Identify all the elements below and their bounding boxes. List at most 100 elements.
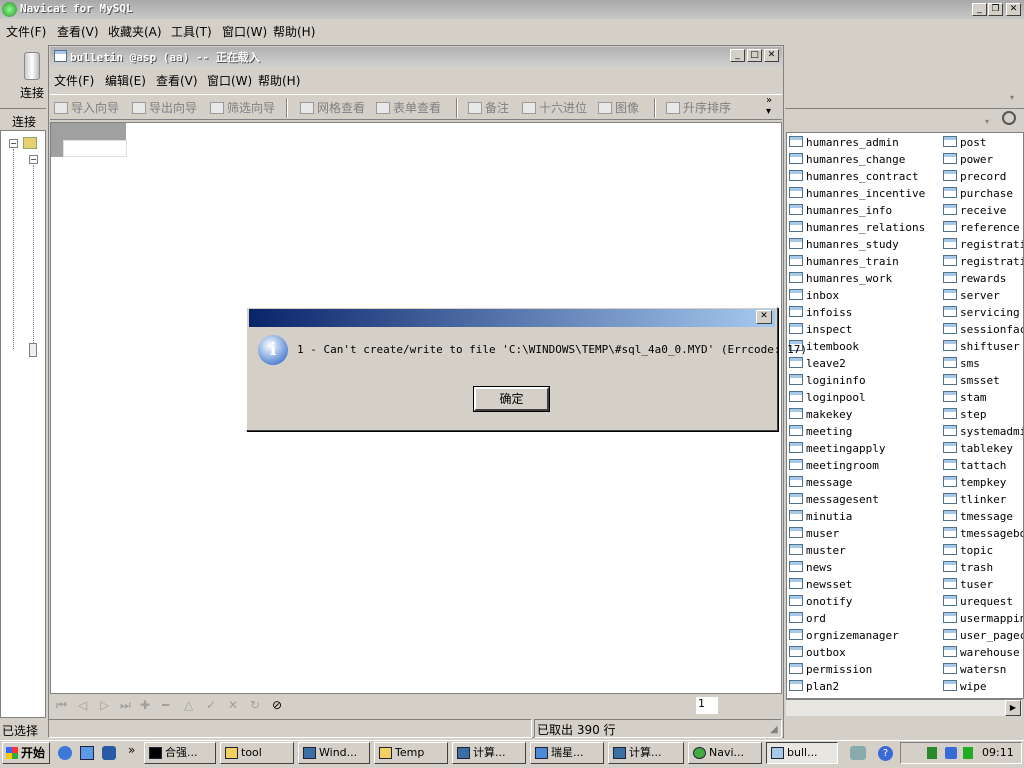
resize-grip-icon[interactable]: ◢ (770, 724, 778, 735)
taskbar-item[interactable]: Temp (374, 742, 448, 764)
connection-tree[interactable]: − − (0, 130, 46, 718)
child-menu-view[interactable]: 查看(V) (156, 72, 198, 89)
table-item[interactable]: usermapping (943, 612, 1023, 629)
table-item[interactable]: meetingroom (789, 459, 939, 476)
menu-tools[interactable]: 工具(T) (171, 23, 212, 40)
horizontal-scrollbar[interactable] (786, 699, 1022, 716)
table-item[interactable]: systemadmin (943, 425, 1023, 442)
table-item[interactable]: orgnizemanager (789, 629, 939, 646)
insert-record-icon[interactable]: ✚ (140, 698, 150, 712)
table-item[interactable]: sms (943, 357, 1023, 374)
taskbar-item[interactable]: Wind... (298, 742, 370, 764)
table-item[interactable]: leave2 (789, 357, 939, 374)
table-item[interactable]: step (943, 408, 1023, 425)
table-item[interactable]: logininfo (789, 374, 939, 391)
post-record-icon[interactable]: ✓ (206, 698, 216, 712)
table-item[interactable]: humanres_change (789, 153, 939, 170)
delete-record-icon[interactable]: ━ (162, 698, 169, 712)
search-icon[interactable] (1002, 111, 1016, 125)
table-item[interactable]: rewards (943, 272, 1023, 289)
taskbar-item[interactable]: 瑞星... (530, 742, 604, 764)
table-item[interactable]: tablekey (943, 442, 1023, 459)
table-item[interactable]: permission (789, 663, 939, 680)
page-number-input[interactable]: 1 (696, 697, 718, 714)
table-item[interactable]: power (943, 153, 1023, 170)
table-item[interactable]: trash (943, 561, 1023, 578)
table-item[interactable]: smsset (943, 374, 1023, 391)
table-item[interactable]: tmessage (943, 510, 1023, 527)
quicklaunch-ie-icon[interactable] (58, 746, 72, 760)
table-item[interactable]: loginpool (789, 391, 939, 408)
tray-status-icon[interactable] (963, 747, 973, 759)
import-wizard-button[interactable]: 导入向导 (54, 99, 119, 116)
table-item[interactable]: meetingapply (789, 442, 939, 459)
menu-view[interactable]: 查看(V) (57, 23, 99, 40)
connection-node-icon[interactable] (23, 137, 37, 149)
taskbar-item[interactable]: Navi... (688, 742, 762, 764)
table-item[interactable]: humanres_study (789, 238, 939, 255)
grid-view-button[interactable]: 网格查看 (300, 99, 365, 116)
table-item[interactable]: humanres_info (789, 204, 939, 221)
table-item[interactable]: onotify (789, 595, 939, 612)
tree-expand-icon[interactable]: − (9, 139, 18, 148)
table-item[interactable]: message (789, 476, 939, 493)
menu-file[interactable]: 文件(F) (6, 23, 46, 40)
table-item[interactable]: inbox (789, 289, 939, 306)
tray-shield-icon[interactable] (945, 747, 957, 759)
cancel-record-icon[interactable]: ✕ (228, 698, 238, 712)
table-item[interactable]: outbox (789, 646, 939, 663)
menu-help[interactable]: 帮助(H) (273, 23, 315, 40)
table-item[interactable]: tlinker (943, 493, 1023, 510)
menu-window[interactable]: 窗口(W) (222, 23, 267, 40)
child-menu-window[interactable]: 窗口(W) (207, 72, 252, 89)
last-record-icon[interactable]: ⏭ (120, 698, 131, 713)
table-item[interactable]: tuser (943, 578, 1023, 595)
quicklaunch-shield-icon[interactable] (102, 746, 116, 760)
child-menu-file[interactable]: 文件(F) (54, 72, 94, 89)
table-item[interactable]: tmessagebox (943, 527, 1023, 544)
memo-button[interactable]: 备注 (468, 99, 509, 116)
table-item[interactable]: precord (943, 170, 1023, 187)
table-item[interactable]: warehouse (943, 646, 1023, 663)
minimize-button[interactable]: _ (972, 3, 987, 16)
tray-network-icon[interactable] (850, 746, 866, 760)
table-item[interactable]: tempkey (943, 476, 1023, 493)
child-menu-edit[interactable]: 编辑(E) (105, 72, 146, 89)
child-maximize-button[interactable]: □ (747, 49, 762, 62)
ok-button[interactable]: 确定 (473, 386, 550, 412)
object-list[interactable]: humanres_admin humanres_change humanres_co… (786, 132, 1024, 699)
table-item[interactable]: muser (789, 527, 939, 544)
toolbar-overflow-icon[interactable]: » ▾ (766, 95, 772, 117)
table-item[interactable]: sessionfact (943, 323, 1023, 340)
table-item[interactable]: makekey (789, 408, 939, 425)
table-item[interactable]: stam (943, 391, 1023, 408)
taskbar-item-active[interactable]: bull... (766, 742, 838, 764)
table-item[interactable]: server (943, 289, 1023, 306)
dialog-close-button[interactable]: ✕ (756, 310, 772, 324)
taskbar-item[interactable]: 计算... (452, 742, 526, 764)
table-item[interactable]: infoiss (789, 306, 939, 323)
table-item[interactable]: plan2 (789, 680, 939, 697)
filter-wizard-button[interactable]: 筛选向导 (210, 99, 275, 116)
table-item[interactable]: post (943, 136, 1023, 153)
table-item[interactable]: topic (943, 544, 1023, 561)
table-item[interactable]: messagesent (789, 493, 939, 510)
export-wizard-button[interactable]: 导出向导 (132, 99, 197, 116)
table-item[interactable]: muster (789, 544, 939, 561)
first-record-icon[interactable]: ⏮ (56, 698, 67, 713)
form-view-button[interactable]: 表单查看 (376, 99, 441, 116)
table-item[interactable]: servicing (943, 306, 1023, 323)
stop-icon[interactable]: ⊘ (272, 698, 282, 712)
grid-cell[interactable] (63, 140, 127, 157)
table-item[interactable]: purchase (943, 187, 1023, 204)
table-item[interactable]: humanres_train (789, 255, 939, 272)
table-item[interactable]: ord (789, 612, 939, 629)
table-item[interactable]: registratio (943, 255, 1023, 272)
table-item[interactable]: humanres_admin (789, 136, 939, 153)
panel-dropdown-icon[interactable]: ▾ (985, 117, 989, 126)
child-minimize-button[interactable]: _ (730, 49, 745, 62)
table-item[interactable]: reference (943, 221, 1023, 238)
table-item[interactable]: tattach (943, 459, 1023, 476)
hex-button[interactable]: 十六进位 (522, 99, 587, 116)
taskbar-item[interactable]: 合强... (144, 742, 216, 764)
